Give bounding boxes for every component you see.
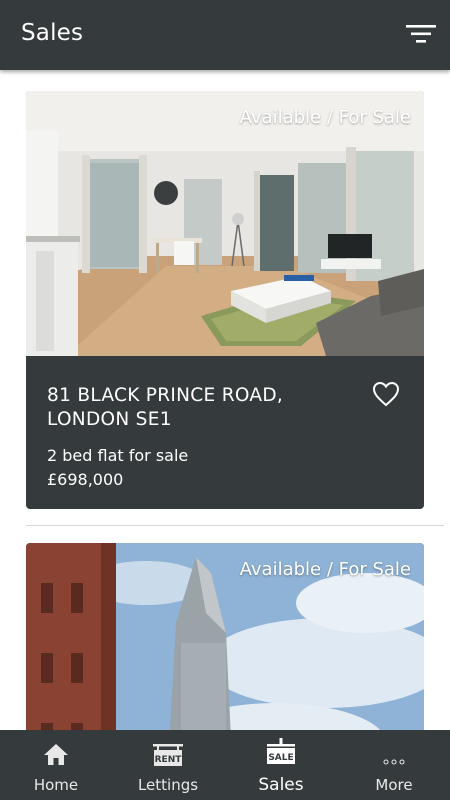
listing-address: 81 BLACK PRINCE ROAD, LONDON SE1 <box>47 385 284 430</box>
listing-card[interactable]: Available / For Sale <box>26 543 424 730</box>
nav-label: Sales <box>258 775 304 795</box>
nav-label: Lettings <box>137 776 199 794</box>
sale-sign-icon: SALE <box>264 738 298 770</box>
listings-list[interactable]: Available / For Sale 81 BLACK PRINCE ROA… <box>0 70 450 730</box>
bottom-nav: Home RENT Lettings SALE Sales More <box>0 730 450 800</box>
listing-description: 2 bed flat for sale <box>47 446 189 465</box>
nav-sales[interactable]: SALE Sales <box>225 730 337 800</box>
page-title: Sales <box>21 20 84 46</box>
property-photo[interactable]: Available / For Sale <box>26 91 424 356</box>
listing-price: £698,000 <box>47 470 124 489</box>
property-photo[interactable]: Available / For Sale <box>26 543 424 730</box>
rent-sign-icon: RENT <box>151 742 185 772</box>
nav-label: More <box>375 776 413 794</box>
heart-outline-icon[interactable] <box>372 381 400 407</box>
divider <box>26 525 444 526</box>
more-dots-icon <box>383 750 405 769</box>
nav-lettings[interactable]: RENT Lettings <box>112 730 224 800</box>
home-icon <box>43 742 69 770</box>
listing-info: 81 BLACK PRINCE ROAD, LONDON SE1 2 bed f… <box>26 356 424 509</box>
nav-home[interactable]: Home <box>0 730 112 800</box>
app-bar: Sales <box>0 0 450 70</box>
svg-text:SALE: SALE <box>268 753 293 763</box>
svg-text:RENT: RENT <box>155 755 183 765</box>
listing-status: Available / For Sale <box>239 559 411 580</box>
filter-icon[interactable] <box>406 22 436 46</box>
nav-more[interactable]: More <box>338 730 450 800</box>
listing-card[interactable]: Available / For Sale 81 BLACK PRINCE ROA… <box>26 91 424 509</box>
nav-label: Home <box>33 776 79 794</box>
listing-status: Available / For Sale <box>239 107 411 128</box>
